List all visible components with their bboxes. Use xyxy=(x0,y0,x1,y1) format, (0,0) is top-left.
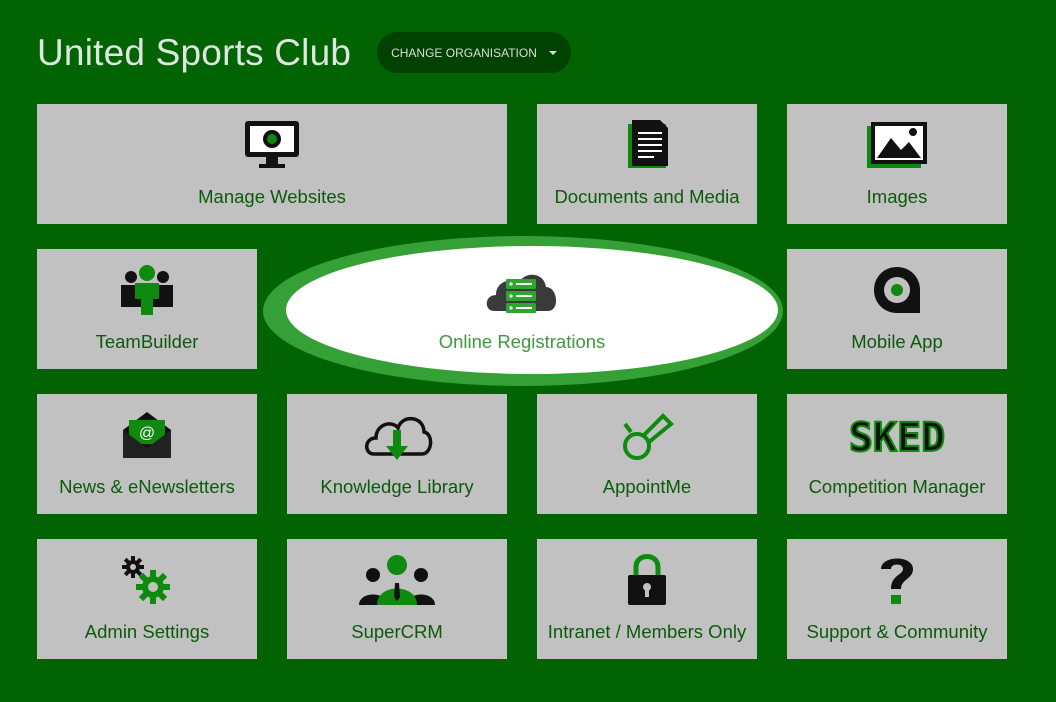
question-icon xyxy=(857,551,937,609)
gears-icon xyxy=(107,551,187,609)
people-icon xyxy=(357,551,437,609)
tile-label: Documents and Media xyxy=(554,186,740,207)
svg-text:@: @ xyxy=(139,425,155,442)
whistle-icon xyxy=(607,406,687,464)
tile-online-registrations[interactable]: Online Registrations xyxy=(287,249,757,369)
tile-label: Manage Websites xyxy=(198,186,346,207)
tile-label: Online Registrations xyxy=(438,331,606,352)
tile-label: Competition Manager xyxy=(808,476,986,497)
tile-label: AppointMe xyxy=(602,476,692,497)
tile-admin-settings[interactable]: Admin Settings xyxy=(37,539,257,659)
tile-images[interactable]: Images xyxy=(787,104,1007,224)
svg-text:SKED: SKED xyxy=(849,415,945,457)
cloud-server-icon xyxy=(482,261,562,319)
page-header: United Sports Club xyxy=(37,30,351,76)
document-icon xyxy=(607,116,687,174)
map-pin-icon xyxy=(857,261,937,319)
tile-news-enewsletters[interactable]: @ News & eNewsletters xyxy=(37,394,257,514)
tile-label: Images xyxy=(866,186,928,207)
cloud-download-icon xyxy=(357,406,437,464)
tile-knowledge-library[interactable]: Knowledge Library xyxy=(287,394,507,514)
team-icon xyxy=(107,261,187,319)
tile-mobile-app[interactable]: Mobile App xyxy=(787,249,1007,369)
change-organisation-label: CHANGE ORGANISATION xyxy=(391,45,537,60)
tile-supercrm[interactable]: SuperCRM xyxy=(287,539,507,659)
sked-logo-icon: SKED xyxy=(832,406,962,464)
tile-documents-and-media[interactable]: Documents and Media xyxy=(537,104,757,224)
tile-appointme[interactable]: AppointMe xyxy=(537,394,757,514)
tile-label: Intranet / Members Only xyxy=(547,621,747,642)
organisation-title: United Sports Club xyxy=(37,32,352,73)
tile-support-community[interactable]: Support & Community xyxy=(787,539,1007,659)
tile-competition-manager[interactable]: SKED Competition Manager xyxy=(787,394,1007,514)
tile-intranet-members-only[interactable]: Intranet / Members Only xyxy=(537,539,757,659)
envelope-icon: @ xyxy=(107,406,187,464)
tile-manage-websites[interactable]: Manage Websites xyxy=(37,104,507,224)
tile-label: Support & Community xyxy=(806,621,988,642)
tile-label: SuperCRM xyxy=(351,621,443,642)
change-organisation-button[interactable]: CHANGE ORGANISATION xyxy=(377,32,571,73)
tile-teambuilder[interactable]: TeamBuilder xyxy=(37,249,257,369)
caret-down-icon xyxy=(548,50,557,55)
image-icon xyxy=(857,116,937,174)
tile-label: News & eNewsletters xyxy=(59,476,235,497)
lock-icon xyxy=(607,551,687,609)
tile-label: Admin Settings xyxy=(84,621,210,642)
tile-label: TeamBuilder xyxy=(95,331,199,352)
monitor-icon xyxy=(232,116,312,174)
tile-label: Mobile App xyxy=(851,331,943,352)
tile-label: Knowledge Library xyxy=(320,476,474,497)
